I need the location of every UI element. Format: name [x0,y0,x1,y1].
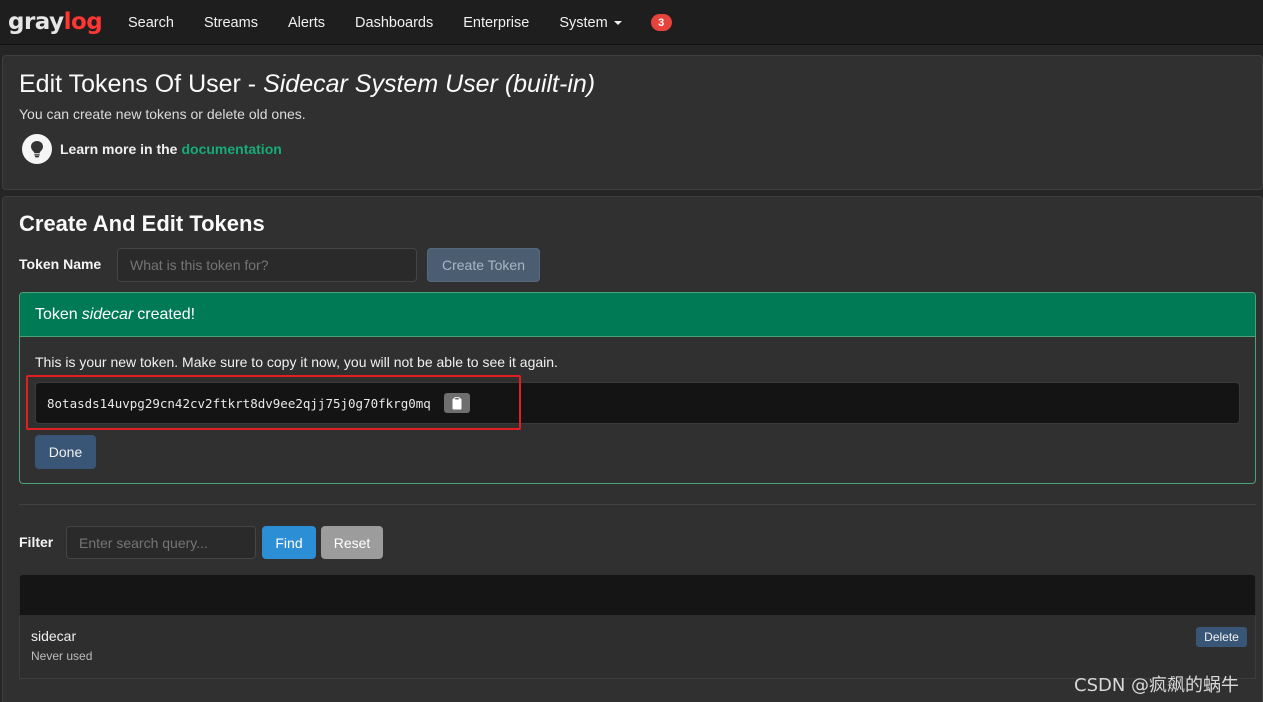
nav-item-system[interactable]: System [544,0,636,45]
graylog-logo[interactable]: gray log [8,5,103,39]
page-title-prefix: Edit Tokens Of User - [19,70,264,98]
filter-search-input[interactable] [66,526,256,559]
token-list-item: sidecar Never used Delete [19,616,1256,679]
nav-item-alerts[interactable]: Alerts [273,0,340,45]
delete-token-button[interactable]: Delete [1196,627,1247,647]
logo-text-log: log [63,9,103,35]
reset-button[interactable]: Reset [321,526,383,559]
logo-text-gray: gray [8,9,64,35]
nav-item-streams[interactable]: Streams [189,0,273,45]
alert-token-name: sidecar [81,305,134,323]
clipboard-icon[interactable] [443,393,470,413]
token-list-header [19,574,1256,616]
token-value[interactable]: 8otasds14uvpg29cn42cv2ftkrt8dv9ee2qjj75j… [47,396,431,411]
learn-more: Learn more in the documentation [22,134,282,164]
nav-item-search[interactable]: Search [113,0,189,45]
token-name-input[interactable] [117,248,417,282]
token-name-label: Token Name [19,256,102,272]
documentation-link[interactable]: documentation [181,141,281,157]
top-navbar: gray log Search Streams Alerts Dashboards… [0,0,1263,45]
alert-heading: Token sidecar created! [20,293,1255,337]
section-title: Create And Edit Tokens [19,211,265,236]
divider [19,504,1256,505]
token-name: sidecar [31,628,77,644]
caret-down-icon [613,20,622,25]
page-title-user: Sidecar System User (built-in) [263,70,596,98]
learn-more-label: Learn more in the [60,141,178,157]
nav-item-system-label: System [559,14,608,31]
token-value-box: 8otasds14uvpg29cn42cv2ftkrt8dv9ee2qjj75j… [35,382,1240,424]
page-description: You can create new tokens or delete old … [19,106,306,122]
alert-prefix: Token [35,305,78,323]
lightbulb-icon [22,134,52,164]
nav-item-dashboards[interactable]: Dashboards [340,0,448,45]
done-button[interactable]: Done [35,435,96,469]
tokens-panel: Create And Edit Tokens Token Name Create… [2,196,1263,702]
token-created-alert: Token sidecar created! This is your new … [19,292,1256,484]
learn-more-text: Learn more in the documentation [60,141,282,157]
alert-suffix: created! [137,305,196,323]
page-title: Edit Tokens Of User - Sidecar System Use… [19,70,595,99]
token-warning-message: This is your new token. Make sure to cop… [35,354,558,370]
find-button[interactable]: Find [262,526,316,559]
nav-item-enterprise[interactable]: Enterprise [448,0,544,45]
filter-label: Filter [19,534,54,550]
nav-menu: Search Streams Alerts Dashboards Enterpr… [113,0,672,45]
token-last-used: Never used [31,649,93,663]
page-header-panel: Edit Tokens Of User - Sidecar System Use… [2,55,1263,190]
watermark: CSDN @疯飙的蜗牛 [1074,675,1240,696]
create-token-button[interactable]: Create Token [427,248,540,282]
notification-badge[interactable]: 3 [650,14,672,31]
